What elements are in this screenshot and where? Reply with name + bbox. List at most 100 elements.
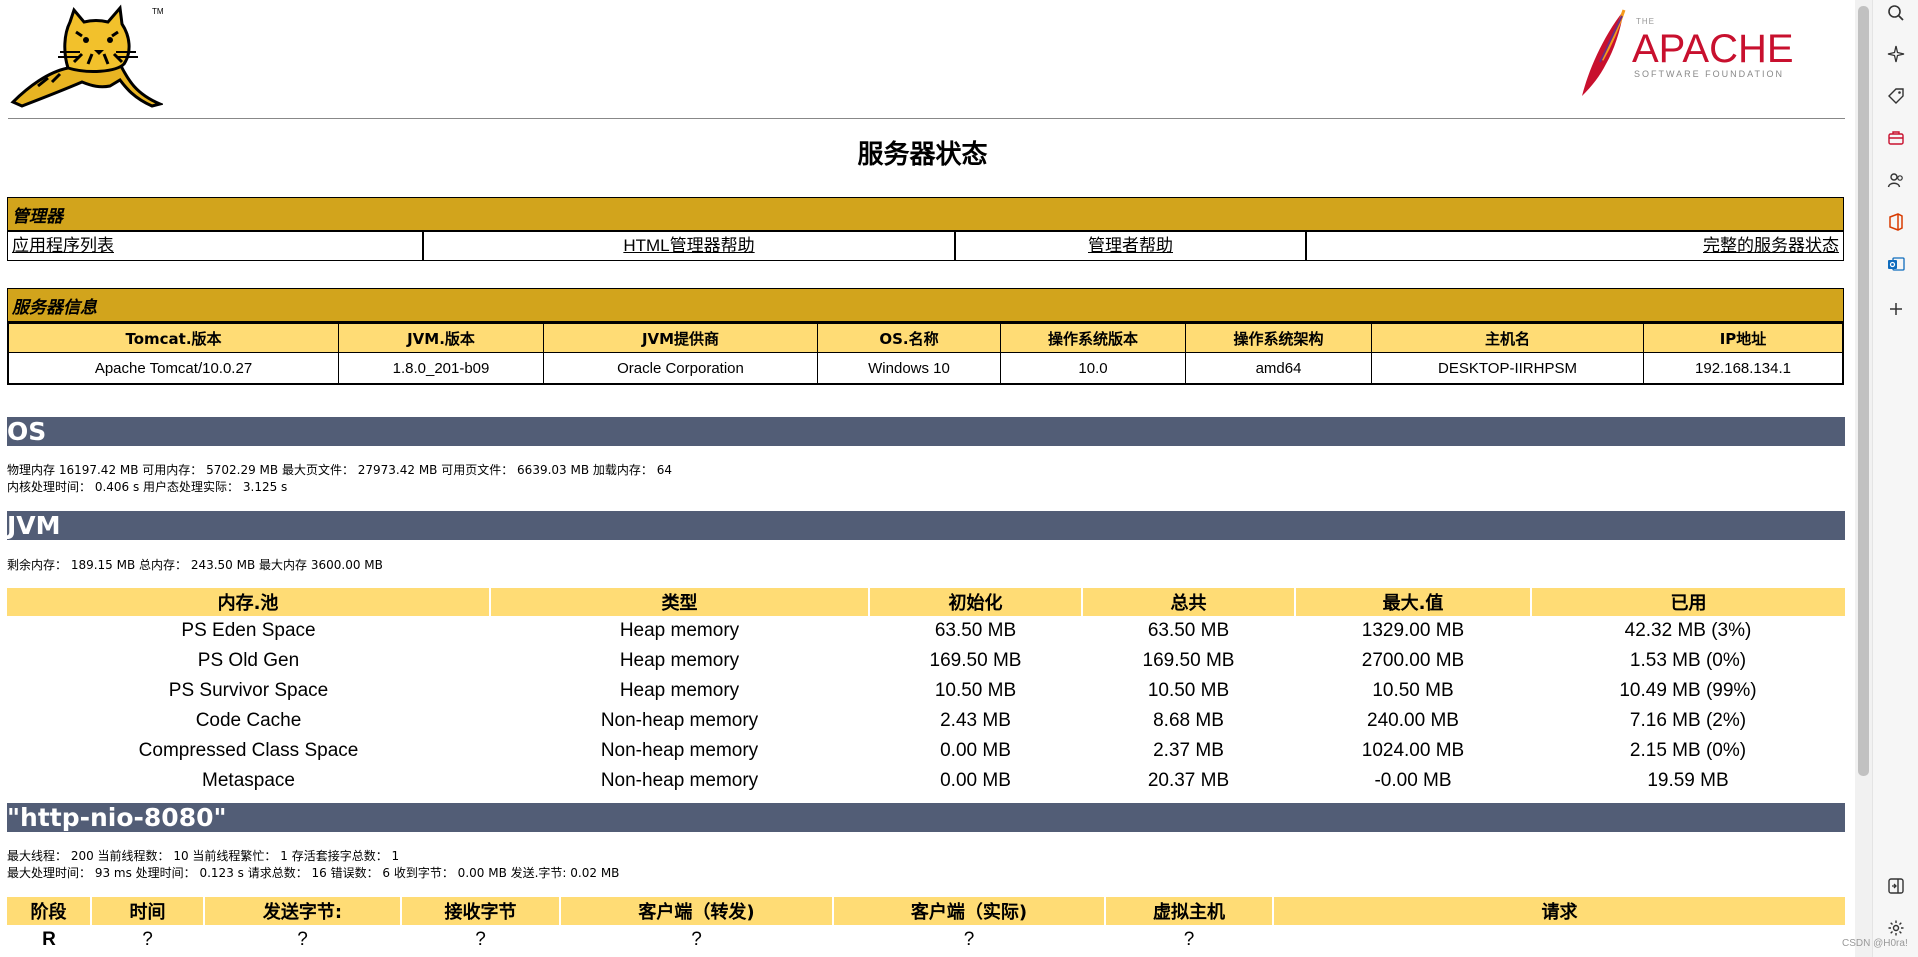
- table-cell: 2.43 MB: [940, 710, 1011, 731]
- request-stage-table: 阶段 时间 发送字节: 接收字节 客户端（转发) 客户端（实际) 虚拟主机 请求…: [7, 897, 1845, 955]
- table-cell: Non-heap memory: [600, 710, 759, 731]
- people-icon[interactable]: [1885, 169, 1907, 191]
- table-cell: 7.16 MB (2%): [1629, 710, 1747, 731]
- table-cell: 169.50 MB: [929, 650, 1022, 671]
- manager-links: 应用程序列表 HTML管理器帮助 管理者帮助 完整的服务器状态: [8, 232, 1843, 260]
- column-header: 请求: [1273, 897, 1845, 925]
- table-cell: ?: [297, 929, 308, 950]
- table-cell: R: [42, 929, 56, 950]
- column-header: 阶段: [7, 897, 92, 925]
- table-cell: Non-heap memory: [600, 740, 759, 761]
- column-header: 已用: [1531, 588, 1845, 616]
- table-cell: 10.50 MB: [934, 680, 1017, 701]
- table-cell: 2700.00 MB: [1361, 650, 1465, 671]
- request-stage-row: R??????: [7, 925, 1845, 955]
- link-app-list[interactable]: 应用程序列表: [8, 232, 424, 260]
- browser-sidebar: [1872, 0, 1918, 957]
- table-cell: amd64: [1185, 352, 1372, 384]
- column-header: 客户端（实际): [833, 897, 1106, 925]
- sidebar-toggle-icon[interactable]: [1885, 875, 1907, 897]
- connector-section-title: "http-nio-8080": [7, 803, 1845, 832]
- apache-logo[interactable]: THE APACHE SOFTWARE FOUNDATION: [1578, 2, 1808, 98]
- watermark: CSDN @H0ra!: [1842, 938, 1908, 949]
- table-cell: 0.00 MB: [940, 740, 1011, 761]
- table-cell: 20.37 MB: [1147, 770, 1230, 791]
- server-info-header: 服务器信息: [8, 289, 1843, 323]
- sparkle-icon[interactable]: [1885, 43, 1907, 65]
- jvm-memory-info: 剩余内存： 189.15 MB 总内存： 243.50 MB 最大内存 3600…: [7, 558, 383, 572]
- table-cell: Metaspace: [202, 770, 295, 791]
- table-cell: 1.53 MB (0%): [1629, 650, 1747, 671]
- table-cell: ?: [475, 929, 486, 950]
- table-cell: 0.00 MB: [940, 770, 1011, 791]
- column-header: 客户端（转发): [560, 897, 834, 925]
- table-cell: 10.50 MB: [1372, 680, 1454, 701]
- memory-pool-row: PS Eden Space Heap memory 63.50 MB 63.50 MB…: [7, 616, 1845, 646]
- plus-icon[interactable]: [1885, 298, 1907, 320]
- scroll-thumb[interactable]: [1858, 6, 1869, 776]
- table-cell: 1024.00 MB: [1361, 740, 1465, 761]
- column-header: IP地址: [1643, 323, 1843, 353]
- tomcat-tm: TM: [152, 7, 163, 16]
- request-stage-header-row: 阶段 时间 发送字节: 接收字节 客户端（转发) 客户端（实际) 虚拟主机 请求: [7, 897, 1845, 925]
- table-cell: 192.168.134.1: [1643, 352, 1843, 384]
- column-header: JVM提供商: [543, 323, 818, 353]
- table-cell: Heap memory: [619, 680, 740, 701]
- connector-request-info: 最大处理时间： 93 ms 处理时间： 0.123 s 请求总数： 16 错误数…: [7, 866, 620, 880]
- column-header: JVM.版本: [338, 323, 544, 353]
- table-cell: 1329.00 MB: [1361, 620, 1465, 641]
- link-html-manager-help[interactable]: HTML管理器帮助: [424, 232, 956, 260]
- table-cell: Code Cache: [195, 710, 302, 731]
- column-header: 最大.值: [1295, 588, 1532, 616]
- header-divider: [8, 118, 1845, 119]
- tag-icon[interactable]: [1885, 85, 1907, 107]
- search-icon[interactable]: [1885, 2, 1907, 24]
- outlook-icon[interactable]: [1885, 253, 1907, 275]
- memory-pool-header-row: 内存.池 类型 初始化 总共 最大.值 已用: [7, 588, 1845, 616]
- briefcase-icon[interactable]: [1885, 127, 1907, 149]
- column-header: 总共: [1082, 588, 1296, 616]
- table-cell: Heap memory: [619, 650, 740, 671]
- link-complete-server-status[interactable]: 完整的服务器状态: [1307, 232, 1843, 260]
- table-cell: ?: [1183, 929, 1195, 950]
- tomcat-logo[interactable]: TM: [8, 2, 165, 110]
- column-header: 类型: [490, 588, 870, 616]
- connector-thread-info: 最大线程： 200 当前线程数： 10 当前线程繁忙： 1 存活套接字总数： 1: [7, 849, 400, 863]
- column-header: 内存.池: [7, 588, 491, 616]
- table-cell: -0.00 MB: [1374, 770, 1452, 791]
- manager-panel: 管理器 应用程序列表 HTML管理器帮助 管理者帮助 完整的服务器状态: [7, 197, 1844, 261]
- table-cell: ?: [691, 929, 702, 950]
- table-cell: Compressed Class Space: [138, 740, 359, 761]
- column-header: 时间: [91, 897, 205, 925]
- table-cell: ?: [963, 929, 975, 950]
- column-header: Tomcat.版本: [8, 323, 339, 353]
- settings-icon[interactable]: [1885, 917, 1907, 939]
- table-cell: ?: [142, 929, 153, 950]
- column-header: OS.名称: [817, 323, 1001, 353]
- column-header: 操作系统版本: [1000, 323, 1186, 353]
- table-cell: [1273, 925, 1845, 955]
- server-info-row: Apache Tomcat/10.0.27 1.8.0_201-b09 Orac…: [8, 352, 1843, 384]
- column-header: 主机名: [1371, 323, 1644, 353]
- column-header: 接收字节: [401, 897, 561, 925]
- table-cell: Non-heap memory: [600, 770, 759, 791]
- table-cell: 63.50 MB: [1147, 620, 1230, 641]
- server-info-header-row: Tomcat.版本 JVM.版本 JVM提供商 OS.名称 操作系统版本 操作系…: [8, 323, 1843, 353]
- os-memory-info: 物理内存 16197.42 MB 可用内存： 5702.29 MB 最大页文件：…: [7, 463, 672, 477]
- table-cell: Apache Tomcat/10.0.27: [8, 352, 339, 384]
- table-cell: 2.37 MB: [1153, 740, 1224, 761]
- table-cell: 10.0: [1000, 352, 1186, 384]
- table-cell: 10.49 MB (99%): [1619, 680, 1757, 701]
- svg-text:THE: THE: [1636, 17, 1655, 26]
- table-cell: DESKTOP-IIRHPSM: [1371, 352, 1644, 384]
- page-scrollbar[interactable]: [1855, 0, 1872, 957]
- link-manager-help[interactable]: 管理者帮助: [956, 232, 1307, 260]
- server-info-table: Tomcat.版本 JVM.版本 JVM提供商 OS.名称 操作系统版本 操作系…: [8, 323, 1843, 384]
- column-header: 虚拟主机: [1105, 897, 1274, 925]
- office-icon[interactable]: [1885, 211, 1907, 233]
- table-cell: 10.50 MB: [1147, 680, 1230, 701]
- memory-pool-row: Compressed Class Space Non-heap memory 0.0…: [7, 736, 1845, 766]
- memory-pool-row: PS Old Gen Heap memory 169.50 MB 169.50 MB 2…: [7, 646, 1845, 676]
- jvm-section-title: JVM: [7, 511, 1845, 540]
- table-cell: 42.32 MB (3%): [1624, 620, 1752, 641]
